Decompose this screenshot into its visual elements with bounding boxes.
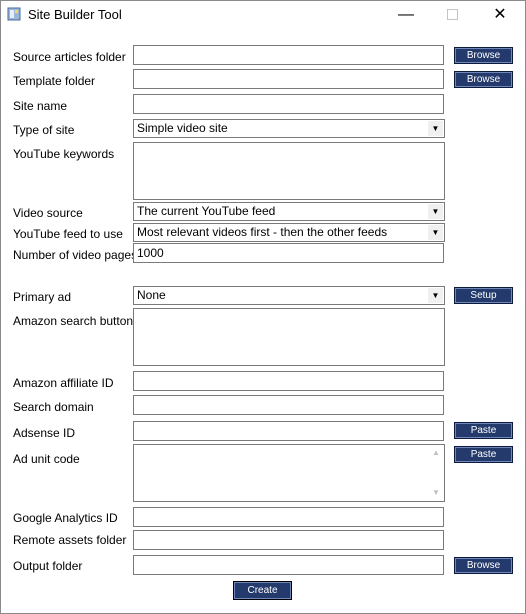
- site-builder-window: Site Builder Tool — ✕ Source articles fo…: [0, 0, 526, 614]
- template-folder-label: Template folder: [13, 74, 96, 88]
- app-icon: [7, 7, 21, 21]
- google-analytics-id-label: Google Analytics ID: [13, 511, 118, 525]
- amazon-search-buttons-textarea[interactable]: [133, 308, 445, 366]
- search-domain-label: Search domain: [13, 400, 94, 414]
- youtube-keywords-textarea[interactable]: [133, 142, 445, 200]
- amazon-search-buttons-label: Amazon search buttons: [13, 314, 140, 328]
- adsense-id-input[interactable]: [133, 421, 444, 441]
- remote-assets-folder-label: Remote assets folder: [13, 533, 127, 547]
- close-icon: ✕: [493, 6, 507, 23]
- paste-ad-unit-code-button[interactable]: Paste: [454, 446, 513, 463]
- ad-unit-code-textarea[interactable]: ▲ ▼: [133, 444, 445, 502]
- chevron-down-icon[interactable]: ▼: [427, 288, 443, 303]
- youtube-feed-value: Most relevant videos first - then the ot…: [137, 225, 388, 239]
- title-bar: Site Builder Tool — ✕: [1, 1, 525, 29]
- ad-unit-code-scrollbar[interactable]: ▲ ▼: [429, 446, 443, 500]
- video-pages-input[interactable]: [133, 243, 444, 263]
- amazon-affiliate-id-input[interactable]: [133, 371, 444, 391]
- primary-ad-select[interactable]: None ▼: [133, 286, 445, 305]
- adsense-id-label: Adsense ID: [13, 426, 76, 440]
- paste-adsense-id-button[interactable]: Paste: [454, 422, 513, 439]
- type-of-site-value: Simple video site: [137, 121, 228, 135]
- source-articles-folder-label: Source articles folder: [13, 50, 126, 64]
- site-name-input[interactable]: [133, 94, 444, 114]
- primary-ad-label: Primary ad: [13, 290, 72, 304]
- video-pages-label: Number of video pages: [13, 248, 138, 262]
- video-source-value: The current YouTube feed: [137, 204, 276, 218]
- remote-assets-folder-input[interactable]: [133, 530, 444, 550]
- output-folder-label: Output folder: [13, 559, 83, 573]
- create-button[interactable]: Create: [233, 581, 292, 600]
- chevron-down-icon[interactable]: ▼: [427, 204, 443, 219]
- amazon-affiliate-id-label: Amazon affiliate ID: [13, 376, 114, 390]
- setup-button[interactable]: Setup: [454, 287, 513, 304]
- scroll-up-icon[interactable]: ▲: [429, 446, 443, 460]
- minimize-icon: —: [398, 6, 414, 23]
- source-articles-folder-input[interactable]: [133, 45, 444, 65]
- chevron-down-icon[interactable]: ▼: [427, 225, 443, 240]
- youtube-feed-label: YouTube feed to use: [13, 227, 123, 241]
- video-source-label: Video source: [13, 206, 83, 220]
- chevron-down-icon[interactable]: ▼: [427, 121, 443, 136]
- primary-ad-value: None: [137, 288, 166, 302]
- maximize-icon: [446, 9, 458, 21]
- type-of-site-select[interactable]: Simple video site ▼: [133, 119, 445, 138]
- browse-output-folder-button[interactable]: Browse: [454, 557, 513, 574]
- maximize-button: [429, 1, 475, 29]
- browse-source-articles-button[interactable]: Browse: [454, 47, 513, 64]
- window-title: Site Builder Tool: [28, 7, 122, 22]
- video-source-select[interactable]: The current YouTube feed ▼: [133, 202, 445, 221]
- google-analytics-id-input[interactable]: [133, 507, 444, 527]
- youtube-feed-select[interactable]: Most relevant videos first - then the ot…: [133, 223, 445, 242]
- type-of-site-label: Type of site: [13, 123, 75, 137]
- scroll-down-icon[interactable]: ▼: [429, 486, 443, 500]
- template-folder-input[interactable]: [133, 69, 444, 89]
- search-domain-input[interactable]: [133, 395, 444, 415]
- site-name-label: Site name: [13, 99, 68, 113]
- browse-template-folder-button[interactable]: Browse: [454, 71, 513, 88]
- ad-unit-code-label: Ad unit code: [13, 452, 80, 466]
- output-folder-input[interactable]: [133, 555, 444, 575]
- youtube-keywords-label: YouTube keywords: [13, 147, 115, 161]
- minimize-button[interactable]: —: [383, 1, 429, 29]
- close-button[interactable]: ✕: [477, 1, 523, 29]
